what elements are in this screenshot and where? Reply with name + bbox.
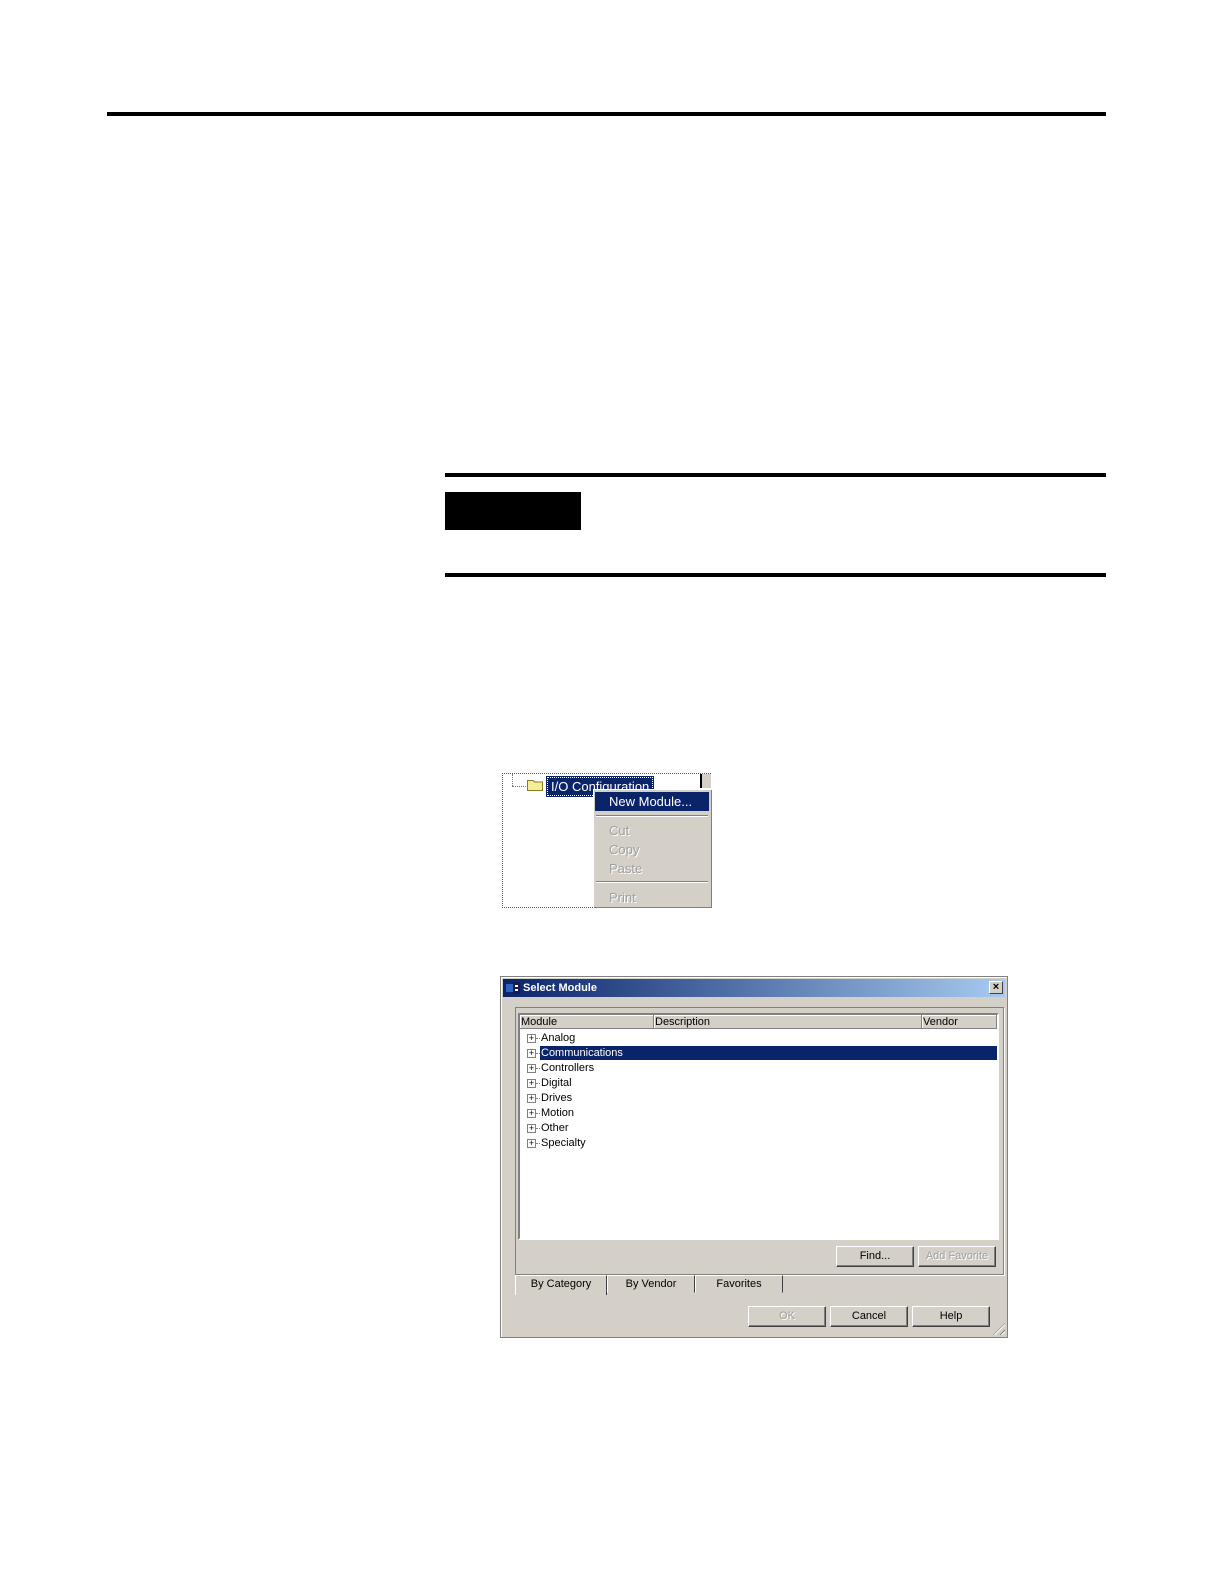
note-rule-bottom — [445, 573, 1106, 577]
expand-icon[interactable]: + — [527, 1109, 536, 1118]
list-item[interactable]: + Other — [520, 1121, 997, 1135]
menu-item-print[interactable]: Print — [595, 888, 709, 907]
column-header-vendor[interactable]: Vendor — [922, 1015, 997, 1029]
note-tag — [445, 492, 581, 530]
cancel-button[interactable]: Cancel — [830, 1306, 908, 1327]
list-item[interactable]: + Controllers — [520, 1061, 997, 1075]
menu-item-new-module[interactable]: New Module... — [595, 792, 709, 811]
header-rule — [107, 112, 1106, 116]
add-favorite-button[interactable]: Add Favorite — [918, 1246, 996, 1267]
io-config-context-menu-screenshot: I/O Configuration New Module... Cut Copy… — [502, 773, 712, 908]
list-item[interactable]: + Communications — [520, 1046, 997, 1060]
help-button[interactable]: Help — [912, 1306, 990, 1327]
tab-by-category[interactable]: By Category — [515, 1275, 607, 1295]
ok-button[interactable]: OK — [748, 1306, 826, 1327]
menu-item-paste[interactable]: Paste — [595, 859, 709, 878]
menu-item-cut[interactable]: Cut — [595, 821, 709, 840]
dialog-title: Select Module — [523, 982, 597, 994]
tree-line — [512, 774, 513, 786]
tab-by-vendor[interactable]: By Vendor — [607, 1275, 695, 1293]
close-button[interactable]: × — [989, 981, 1003, 994]
list-item[interactable]: + Specialty — [520, 1136, 997, 1150]
find-button[interactable]: Find... — [836, 1246, 914, 1267]
module-list[interactable]: Module Description Vendor + Analog + Commu… — [518, 1013, 999, 1240]
expand-icon[interactable]: + — [527, 1124, 536, 1133]
tree-line — [512, 786, 526, 787]
select-module-dialog: Select Module × Module Description Vendo… — [500, 976, 1008, 1338]
note-rule-top — [445, 473, 1106, 477]
list-item[interactable]: + Drives — [520, 1091, 997, 1105]
column-header-description[interactable]: Description — [654, 1015, 922, 1029]
menu-item-copy[interactable]: Copy — [595, 840, 709, 859]
scrollbar[interactable] — [700, 774, 711, 788]
list-item[interactable]: + Digital — [520, 1076, 997, 1090]
expand-icon[interactable]: + — [527, 1094, 536, 1103]
dialog-title-bar[interactable]: Select Module × — [503, 979, 1005, 997]
tab-favorites[interactable]: Favorites — [695, 1275, 783, 1293]
column-header-module[interactable]: Module — [520, 1015, 654, 1029]
expand-icon[interactable]: + — [527, 1079, 536, 1088]
expand-icon[interactable]: + — [527, 1064, 536, 1073]
list-item[interactable]: + Motion — [520, 1106, 997, 1120]
expand-icon[interactable]: + — [527, 1049, 536, 1058]
folder-icon — [527, 780, 543, 791]
menu-separator — [596, 881, 708, 883]
expand-icon[interactable]: + — [527, 1139, 536, 1148]
app-icon — [506, 982, 520, 994]
expand-icon[interactable]: + — [527, 1034, 536, 1043]
resize-grip-icon[interactable] — [993, 1323, 1005, 1335]
menu-separator — [596, 815, 708, 817]
context-menu: New Module... Cut Copy Paste Print — [593, 789, 712, 908]
list-item[interactable]: + Analog — [520, 1031, 997, 1045]
